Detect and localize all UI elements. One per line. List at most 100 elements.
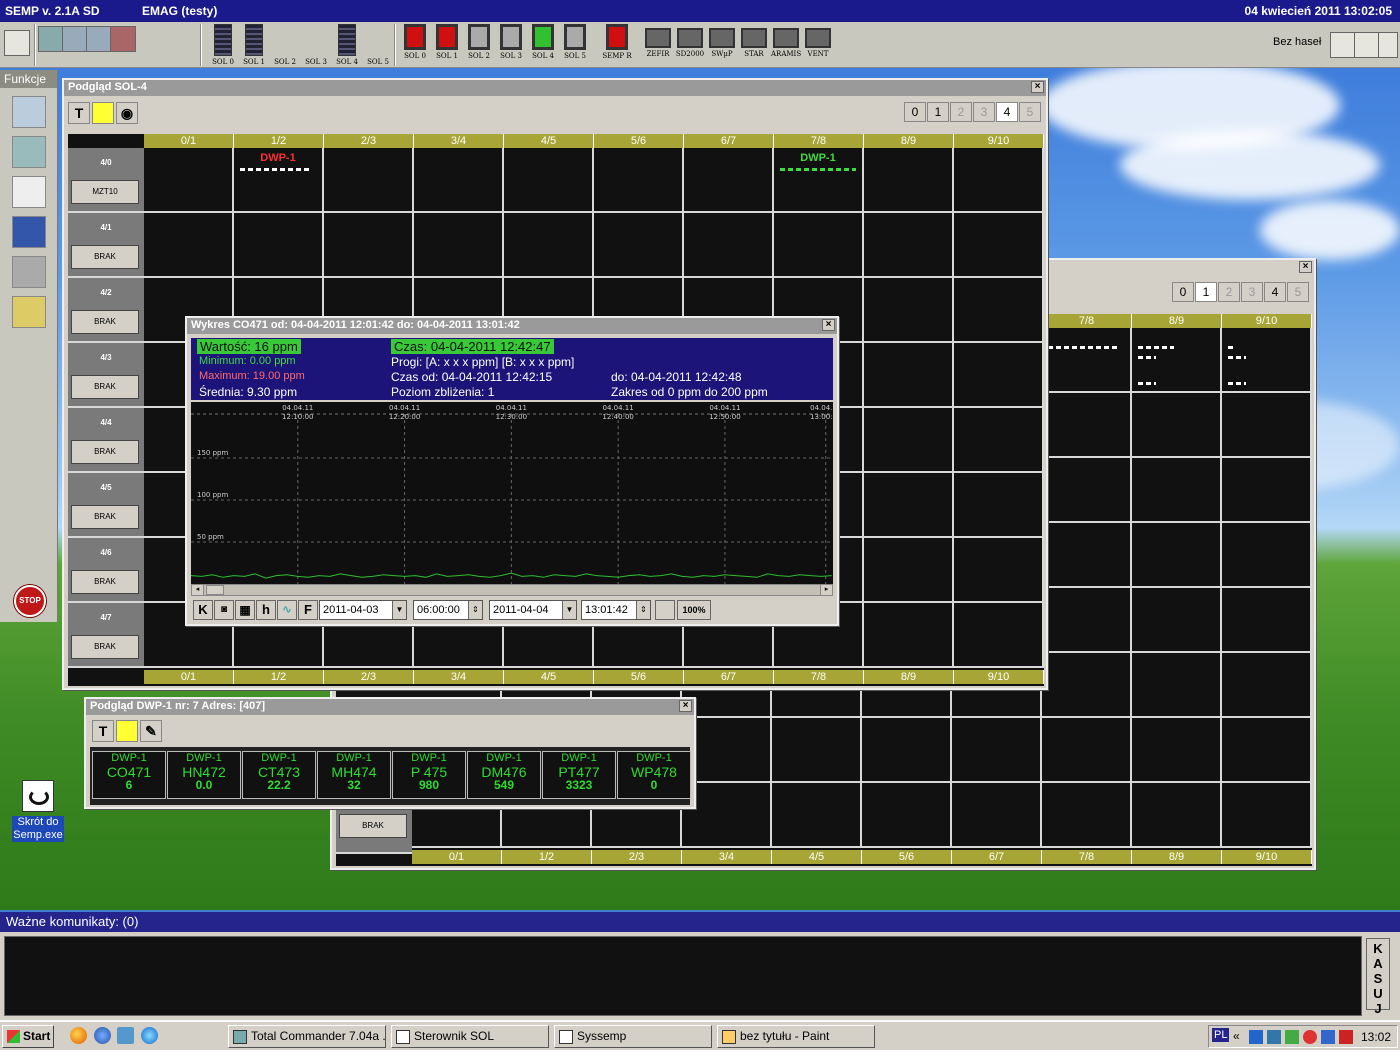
- monitor-device-5[interactable]: VENT: [803, 24, 833, 58]
- grid-cell[interactable]: [1222, 523, 1312, 588]
- task-paint[interactable]: bez tytułu - Paint: [717, 1025, 875, 1048]
- grid-cell[interactable]: [954, 213, 1044, 278]
- grid-cell[interactable]: [504, 148, 594, 213]
- grid-cell[interactable]: [1042, 393, 1132, 458]
- sensor-cell[interactable]: DWP-1 MH474 32: [317, 751, 391, 799]
- grid-cell[interactable]: [1132, 523, 1222, 588]
- time-to-stepper[interactable]: 13:01:42 ⇕: [581, 600, 651, 620]
- grid-cell[interactable]: [954, 148, 1044, 213]
- wrench-icon[interactable]: ✎: [140, 720, 162, 742]
- monitor-device-3[interactable]: STAR: [739, 24, 769, 58]
- grid-cell[interactable]: [1042, 588, 1132, 653]
- shield-icon[interactable]: [1303, 1030, 1317, 1044]
- camera-icon[interactable]: ◙: [214, 600, 234, 620]
- grid-cell[interactable]: [864, 278, 954, 343]
- task-sterownik-sol[interactable]: Sterownik SOL: [391, 1025, 549, 1048]
- dwp-green-label[interactable]: DWP-1: [778, 152, 858, 164]
- grid-cell[interactable]: [952, 783, 1042, 848]
- status-device-2[interactable]: SOL 2: [464, 24, 494, 60]
- grid-cell[interactable]: [864, 538, 954, 603]
- text-tool-icon[interactable]: T: [68, 102, 90, 124]
- grid-cell[interactable]: [864, 343, 954, 408]
- rack-device-5[interactable]: SOL 5: [363, 24, 393, 66]
- grid-cell[interactable]: [1042, 783, 1132, 848]
- h-button[interactable]: h: [256, 600, 276, 620]
- page-button-0[interactable]: 0: [1172, 282, 1194, 302]
- tools-icon[interactable]: [12, 296, 46, 328]
- network-icon[interactable]: [38, 26, 64, 52]
- row-status-button[interactable]: BRAK: [71, 570, 139, 594]
- row-status-button[interactable]: BRAK: [71, 440, 139, 464]
- sensor-cell[interactable]: DWP-1 P 475 980: [392, 751, 466, 799]
- monitor-device-4[interactable]: ARAMIS: [771, 24, 801, 58]
- scroll-right-icon[interactable]: ▸: [820, 585, 832, 595]
- grid-icon[interactable]: ▦: [235, 600, 255, 620]
- page-button-1[interactable]: 1: [1195, 282, 1217, 302]
- grid-cell[interactable]: [954, 538, 1044, 603]
- security-tray-icon[interactable]: [1285, 1030, 1299, 1044]
- monitor-device-1[interactable]: SD2000: [675, 24, 705, 58]
- grid-cell[interactable]: [864, 213, 954, 278]
- row-status-button[interactable]: BRAK: [71, 635, 139, 659]
- grid-cell[interactable]: [684, 148, 774, 213]
- grid-cell[interactable]: [774, 213, 864, 278]
- sensor-cell[interactable]: DWP-1 CO471 6: [92, 751, 166, 799]
- monitor-device-0[interactable]: ZEFIR: [643, 24, 673, 58]
- outlook-icon[interactable]: [117, 1027, 134, 1044]
- grid-cell[interactable]: [1222, 458, 1312, 523]
- grid-cell[interactable]: [954, 473, 1044, 538]
- grid-cell[interactable]: [594, 213, 684, 278]
- grid-cell[interactable]: [234, 213, 324, 278]
- grid-cell[interactable]: [1042, 523, 1132, 588]
- grid-cell[interactable]: [1222, 653, 1312, 718]
- grid-cell[interactable]: [1222, 588, 1312, 653]
- page-button-4[interactable]: 4: [996, 102, 1018, 122]
- grid-cell[interactable]: [1222, 783, 1312, 848]
- row-status-button[interactable]: BRAK: [71, 375, 139, 399]
- page-button-3[interactable]: 3: [973, 102, 995, 122]
- grid-cell[interactable]: [1132, 393, 1222, 458]
- close-icon[interactable]: ×: [1299, 261, 1312, 273]
- firefox-icon[interactable]: [70, 1027, 87, 1044]
- chart-icon[interactable]: [110, 26, 136, 52]
- grid-cell[interactable]: [864, 473, 954, 538]
- grid-cell[interactable]: [144, 213, 234, 278]
- page-button-4[interactable]: 4: [1264, 282, 1286, 302]
- kasuj-button[interactable]: KASUJ: [1366, 938, 1390, 1016]
- sensor-cell[interactable]: DWP-1 CT473 22.2: [242, 751, 316, 799]
- page-button-0[interactable]: 0: [904, 102, 926, 122]
- stop-icon[interactable]: STOP: [14, 585, 46, 617]
- f-button[interactable]: F: [298, 600, 318, 620]
- tray-expand-icon[interactable]: «: [1233, 1029, 1240, 1043]
- grid-cell[interactable]: [864, 603, 954, 668]
- close-icon[interactable]: ×: [1031, 81, 1044, 93]
- grid-cell[interactable]: [414, 148, 504, 213]
- dwp-red-label[interactable]: DWP-1: [238, 152, 318, 164]
- page-button-3[interactable]: 3: [1241, 282, 1263, 302]
- date-from-select[interactable]: 2011-04-03 ▼: [319, 600, 407, 620]
- flag-icon[interactable]: [1321, 1030, 1335, 1044]
- status-device-1[interactable]: SOL 1: [432, 24, 462, 60]
- date-to-select[interactable]: 2011-04-04 ▼: [489, 600, 577, 620]
- spin-icon[interactable]: ⇕: [468, 601, 482, 619]
- report-icon[interactable]: [12, 256, 46, 288]
- close-icon[interactable]: ×: [822, 319, 835, 331]
- scroll-left-icon[interactable]: ◂: [192, 585, 204, 595]
- browser-icon[interactable]: [94, 1027, 111, 1044]
- refresh-icon[interactable]: [655, 600, 675, 620]
- status-device-4[interactable]: SOL 4: [528, 24, 558, 60]
- grid-cell[interactable]: [862, 718, 952, 783]
- grid-cell[interactable]: [772, 783, 862, 848]
- grid-cell[interactable]: [594, 148, 684, 213]
- grid-cell[interactable]: [954, 603, 1044, 668]
- grid-cell[interactable]: [954, 408, 1044, 473]
- grid-cell[interactable]: [504, 213, 594, 278]
- sensor-cell[interactable]: DWP-1 DM476 549: [467, 751, 541, 799]
- start-button[interactable]: Start: [2, 1025, 54, 1048]
- row-status-button[interactable]: MZT10: [71, 180, 139, 204]
- grid-cell[interactable]: [1132, 653, 1222, 718]
- grid-cell[interactable]: [144, 148, 234, 213]
- grid-cell[interactable]: [1042, 458, 1132, 523]
- row-status-button[interactable]: BRAK: [71, 505, 139, 529]
- eye-icon[interactable]: ◉: [116, 102, 138, 124]
